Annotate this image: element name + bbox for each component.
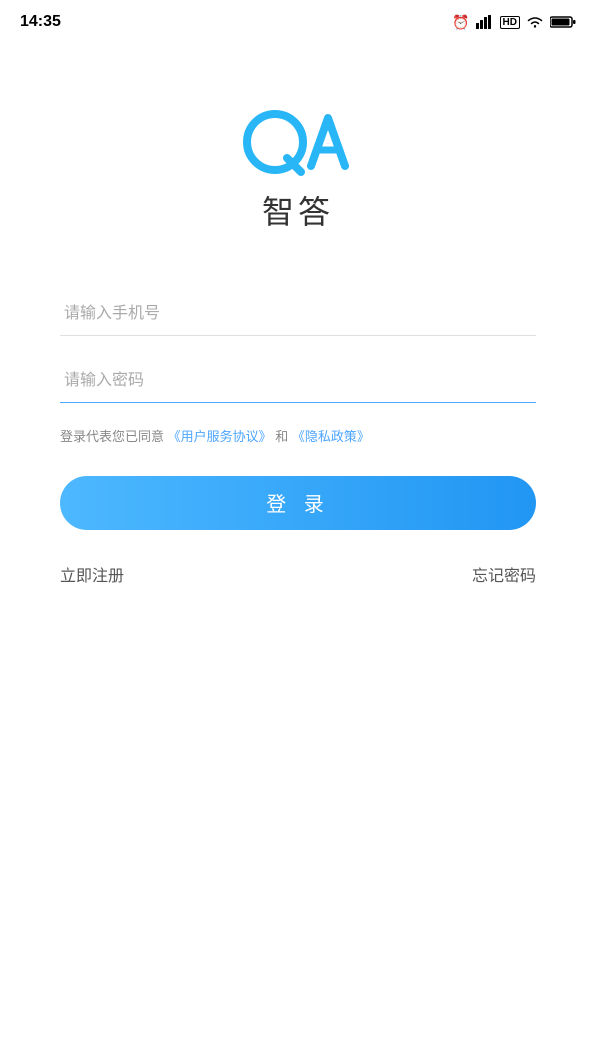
hd-icon: HD: [500, 16, 520, 29]
battery-icon: [550, 15, 576, 29]
status-time: 14:35: [20, 13, 61, 31]
privacy-policy-link[interactable]: 《隐私政策》: [292, 429, 370, 444]
agreement-and: 和: [275, 429, 288, 444]
register-link[interactable]: 立即注册: [60, 562, 124, 586]
phone-input[interactable]: [60, 293, 536, 336]
main-content: 智答 登录代表您已同意 《用户服务协议》 和 《隐私政策》 登 录 立即注册 忘…: [0, 44, 596, 626]
password-input[interactable]: [60, 360, 536, 403]
service-agreement-link[interactable]: 《用户服务协议》: [168, 429, 272, 444]
forgot-password-link[interactable]: 忘记密码: [472, 562, 536, 586]
login-button[interactable]: 登 录: [60, 476, 536, 530]
status-bar: 14:35 ⏰ HD: [0, 0, 596, 44]
signal-icon: [476, 15, 494, 29]
phone-input-group: [60, 293, 536, 336]
agreement-text: 登录代表您已同意 《用户服务协议》 和 《隐私政策》: [60, 427, 536, 448]
form-container: 登录代表您已同意 《用户服务协议》 和 《隐私政策》 登 录 立即注册 忘记密码: [60, 293, 536, 586]
logo-container: 智答: [233, 104, 363, 233]
app-logo: [233, 104, 363, 187]
app-name: 智答: [262, 187, 334, 233]
password-input-group: [60, 360, 536, 403]
bottom-links: 立即注册 忘记密码: [60, 562, 536, 586]
status-icons: ⏰ HD: [452, 14, 576, 31]
alarm-icon: ⏰: [452, 14, 469, 31]
wifi-icon: [526, 15, 544, 29]
agreement-prefix: 登录代表您已同意: [60, 429, 164, 444]
